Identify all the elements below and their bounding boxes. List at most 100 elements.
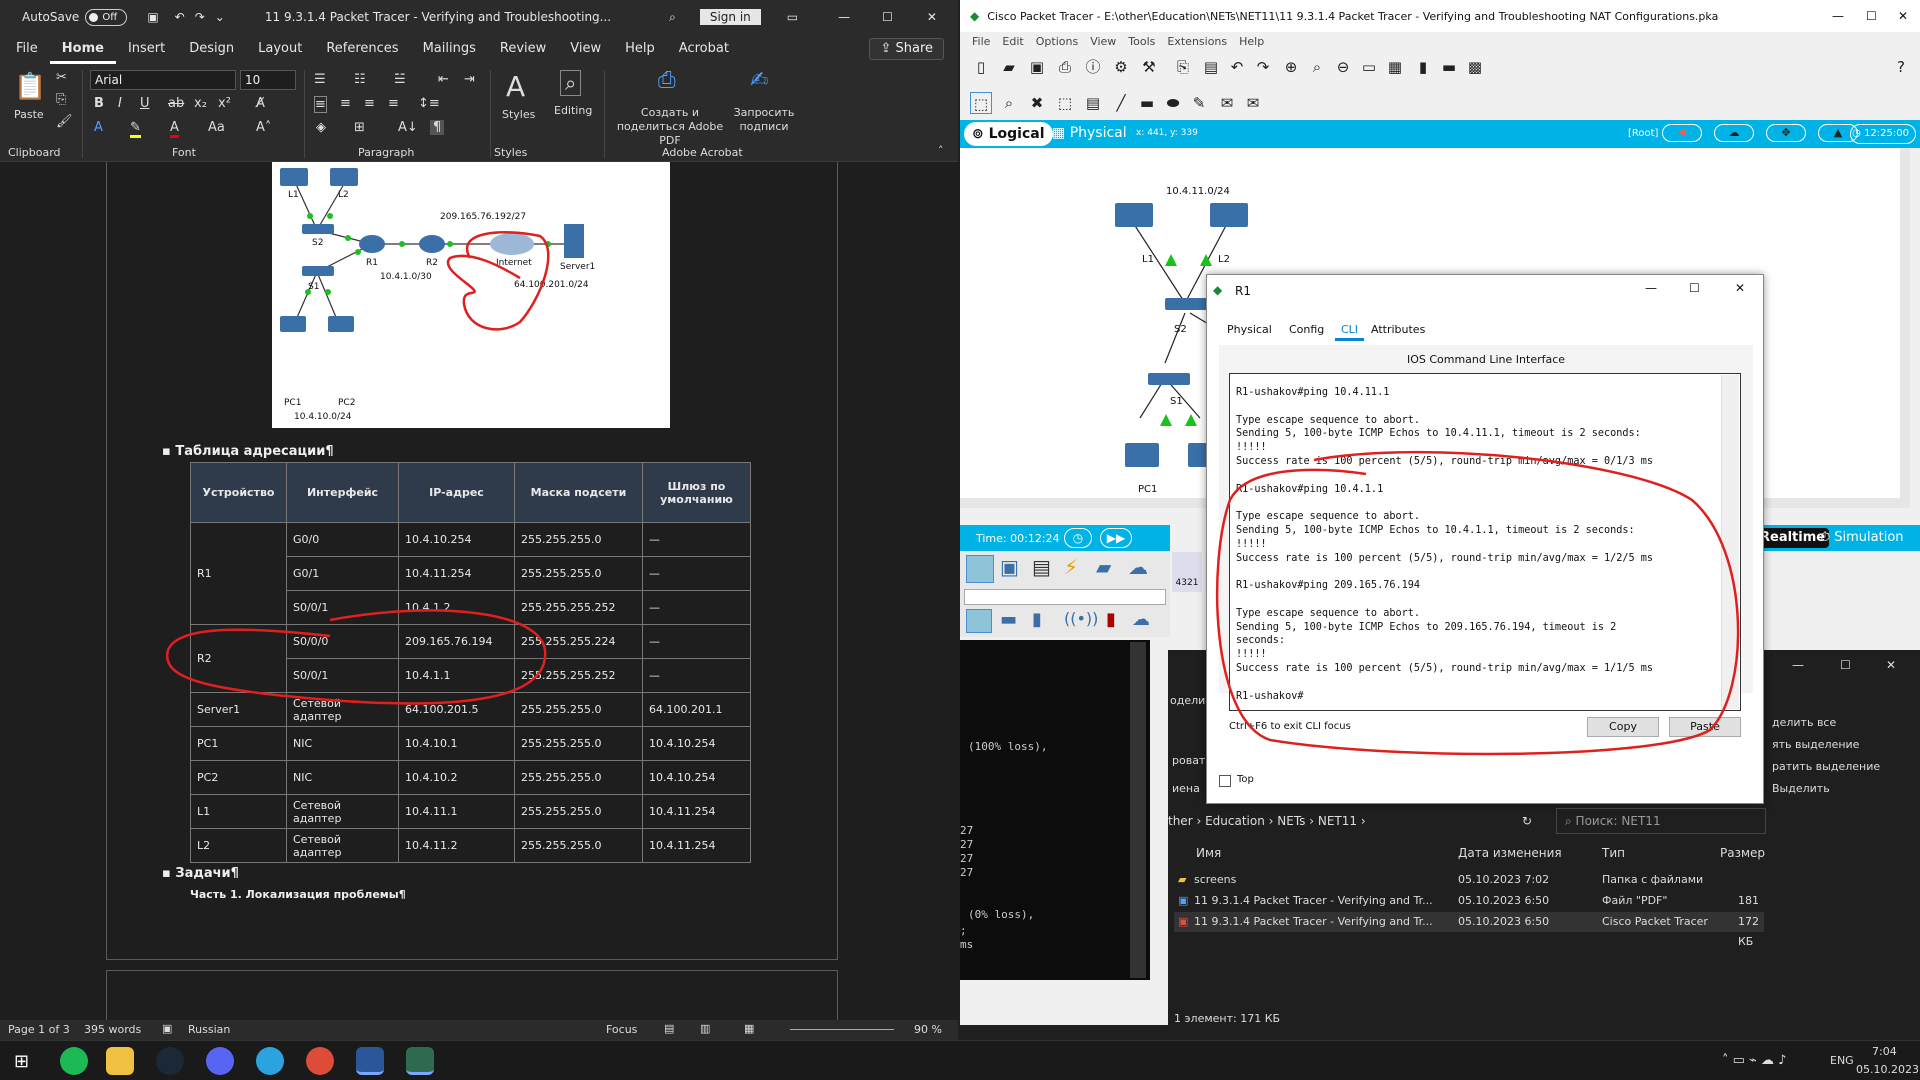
print-icon[interactable]: ⎙	[1054, 56, 1076, 78]
crumb-net11[interactable]: NET11	[1318, 814, 1357, 828]
spotify-icon[interactable]	[60, 1047, 88, 1075]
pt-menu-file[interactable]: File	[972, 35, 990, 48]
line-icon[interactable]: ╱	[1110, 92, 1132, 114]
file-explorer-icon[interactable]	[106, 1047, 134, 1075]
r1-tab-attributes[interactable]: Attributes	[1371, 323, 1425, 336]
simple-pdu-icon[interactable]: ✉	[1216, 92, 1238, 114]
read-mode-icon[interactable]: ▤	[664, 1022, 674, 1035]
col-name[interactable]: Имя	[1196, 846, 1221, 860]
sub-switches-icon[interactable]: ▬	[1000, 609, 1017, 630]
pt-maximize-icon[interactable]: ☐	[1866, 9, 1877, 23]
r1-tab-cli[interactable]: CLI	[1335, 323, 1365, 341]
web-layout-icon[interactable]: ▦	[744, 1022, 754, 1035]
pt-minimize-icon[interactable]: —	[1832, 9, 1844, 23]
note-icon[interactable]: ▤	[1082, 92, 1104, 114]
col-date[interactable]: Дата изменения	[1458, 846, 1562, 860]
ex-minimize-icon[interactable]: —	[1792, 658, 1804, 672]
wizard-icon[interactable]: ⚒	[1138, 56, 1160, 78]
drawing-palette-icon[interactable]: ▭	[1358, 56, 1380, 78]
ex-search[interactable]: ⌕ Поиск: NET11	[1556, 808, 1766, 834]
pt-move-icon[interactable]: ✥	[1766, 124, 1806, 142]
zoom-out-icon[interactable]: ⊖	[1332, 56, 1354, 78]
cat-network-devices-icon[interactable]	[966, 555, 994, 583]
cat-misc-icon[interactable]: ▰	[1096, 555, 1111, 579]
crumb-other[interactable]: ther	[1168, 814, 1193, 828]
pt-device-search[interactable]	[964, 589, 1166, 605]
pt-back-icon[interactable]: ◀	[1662, 124, 1702, 142]
proofing-icon[interactable]: ▣	[162, 1022, 172, 1035]
crumb-education[interactable]: Education	[1205, 814, 1265, 828]
custom-device-icon[interactable]: ▦	[1384, 56, 1406, 78]
zoom-in-icon[interactable]: ⊕	[1280, 56, 1302, 78]
new-icon[interactable]: ▯	[970, 56, 992, 78]
tray-date[interactable]: 05.10.2023	[1856, 1063, 1919, 1076]
crumb-nets[interactable]: NETs	[1277, 814, 1305, 828]
ex-file-row[interactable]: ▰ screens 05.10.2023 7:02 Папка с файлами	[1174, 870, 1764, 890]
cat-multiuser-icon[interactable]: ☁	[1128, 555, 1148, 579]
device-list-icon[interactable]: ▮	[1412, 56, 1434, 78]
start-icon[interactable]: ⊞	[14, 1051, 29, 1072]
open-icon[interactable]: ▰	[998, 56, 1020, 78]
cat-connections-icon[interactable]: ⚡	[1064, 555, 1078, 579]
info-icon[interactable]: ⓘ	[1082, 56, 1104, 78]
ex-close-icon[interactable]: ✕	[1886, 658, 1896, 672]
ex-breadcrumb[interactable]: ther › Education › NETs › NET11 › ↻	[1168, 808, 1542, 834]
ex-side-action-3[interactable]: ратить выделение	[1772, 760, 1880, 773]
freeform-icon[interactable]: ✎	[1188, 92, 1210, 114]
pt-menu-help[interactable]: Help	[1239, 35, 1264, 48]
undo-icon[interactable]: ↶	[1226, 56, 1248, 78]
select-icon[interactable]: ⬚	[970, 92, 992, 114]
col-size[interactable]: Размер	[1720, 846, 1765, 860]
pdu-list-icon[interactable]: ▬	[1438, 56, 1460, 78]
word-icon[interactable]	[356, 1047, 384, 1075]
ellipse-icon[interactable]: ⬬	[1162, 92, 1184, 114]
ex-side-action-4[interactable]: Выделить	[1772, 782, 1830, 795]
activity-icon[interactable]: ▩	[1464, 56, 1486, 78]
tray-icons[interactable]: ˄ ▭ ⌁ ☁ ♪	[1722, 1053, 1786, 1068]
tray-time[interactable]: 7:04	[1872, 1045, 1897, 1058]
r1-minimize-icon[interactable]: —	[1645, 281, 1657, 295]
packet-tracer-icon[interactable]	[406, 1047, 434, 1075]
pt-menu-view[interactable]: View	[1090, 35, 1116, 48]
resize-icon[interactable]: ⬚	[1054, 92, 1076, 114]
pt-menu-extensions[interactable]: Extensions	[1167, 35, 1227, 48]
delete-icon[interactable]: ✖	[1026, 92, 1048, 114]
tray-lang[interactable]: ENG	[1830, 1054, 1854, 1067]
zoom-slider[interactable]	[790, 1029, 894, 1030]
chrome-icon[interactable]	[306, 1047, 334, 1075]
word-count[interactable]: 395 words	[84, 1023, 141, 1036]
ex-maximize-icon[interactable]: ☐	[1840, 658, 1851, 672]
inspect-icon[interactable]: ⌕	[998, 92, 1020, 114]
pt-close-icon[interactable]: ✕	[1898, 9, 1908, 23]
sub-wireless-icon[interactable]: ((•))	[1064, 609, 1098, 628]
pt-menu-tools[interactable]: Tools	[1128, 35, 1155, 48]
sub-hubs-icon[interactable]: ▮	[1032, 609, 1042, 630]
pt-reset-time-icon[interactable]: ◷	[1064, 528, 1092, 548]
refresh-icon[interactable]: ↻	[1522, 808, 1532, 834]
save-icon[interactable]: ▣	[1026, 56, 1048, 78]
network-icon[interactable]: ⚙	[1110, 56, 1132, 78]
ex-side-action-2[interactable]: ять выделение	[1772, 738, 1859, 751]
zoom-level[interactable]: 90 %	[914, 1023, 942, 1036]
help-icon[interactable]: ?	[1890, 56, 1912, 78]
top-checkbox[interactable]	[1219, 775, 1231, 787]
col-type[interactable]: Тип	[1602, 846, 1625, 860]
pt-menu-edit[interactable]: Edit	[1002, 35, 1023, 48]
rectangle-icon[interactable]: ▬	[1136, 92, 1158, 114]
pt-menu-options[interactable]: Options	[1036, 35, 1078, 48]
sub-routers-icon[interactable]	[966, 609, 992, 633]
physical-tab[interactable]: ▦ Physical	[1052, 125, 1127, 141]
page-count[interactable]: Page 1 of 3	[8, 1023, 70, 1036]
r1-close-icon[interactable]: ✕	[1735, 281, 1745, 295]
ex-file-row[interactable]: ▣ 11 9.3.1.4 Packet Tracer - Verifying an…	[1174, 891, 1764, 927]
logical-tab[interactable]: ⊚ Logical	[964, 122, 1053, 146]
paste-icon[interactable]: ▤	[1200, 56, 1222, 78]
steam-icon[interactable]	[156, 1047, 184, 1075]
pt-vscroll[interactable]	[1900, 148, 1910, 508]
ex-file-row[interactable]: ▣ 11 9.3.1.4 Packet Tracer - Verifying an…	[1174, 912, 1764, 948]
copy-icon[interactable]: ⎘	[1172, 56, 1194, 78]
ex-side-action-1[interactable]: делить все	[1772, 716, 1836, 729]
r1-maximize-icon[interactable]: ☐	[1689, 281, 1700, 295]
discord-icon[interactable]	[206, 1047, 234, 1075]
complex-pdu-icon[interactable]: ✉	[1242, 92, 1264, 114]
